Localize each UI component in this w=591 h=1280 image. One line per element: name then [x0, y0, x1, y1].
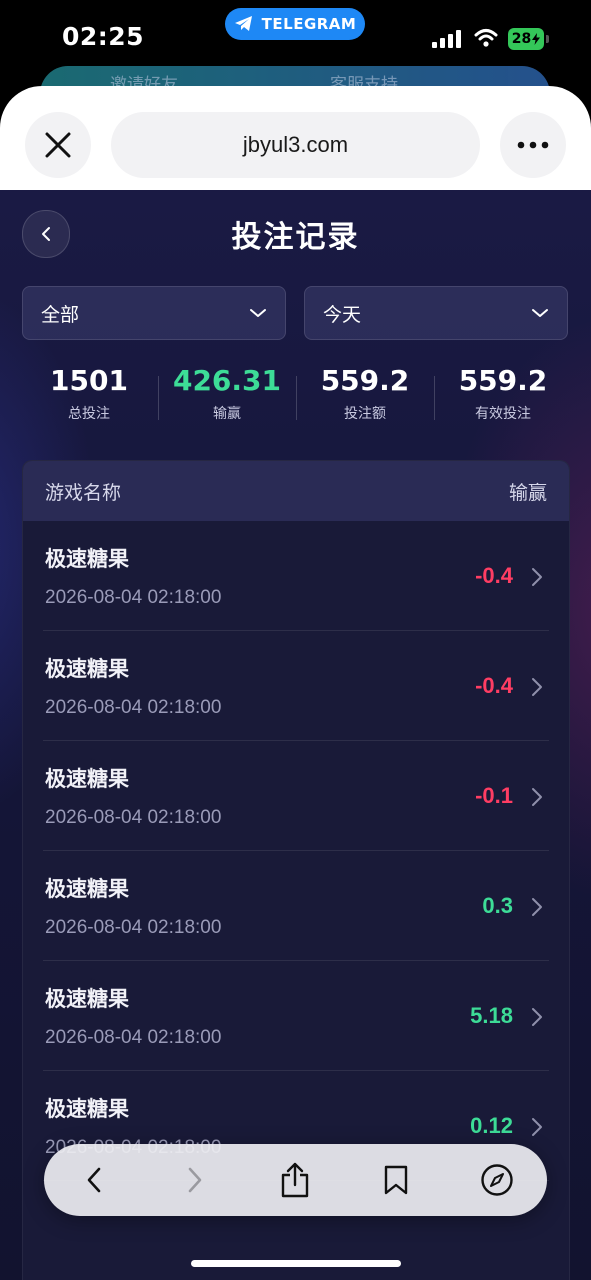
close-button[interactable]	[25, 112, 91, 178]
game-name: 极速糖果	[45, 657, 129, 681]
more-button[interactable]	[500, 112, 566, 178]
telegram-pill[interactable]: TELEGRAM	[225, 8, 365, 40]
column-header-game: 游戏名称	[45, 481, 122, 504]
app-content: 投注记录 全部 今天 1501 总投注 426.31 输赢 559.2 投注额 …	[0, 190, 591, 1280]
summary-stats: 1501 总投注 426.31 输赢 559.2 投注额 559.2 有效投注	[20, 362, 572, 434]
date-filter-value: 今天	[323, 303, 362, 326]
telegram-icon	[234, 16, 252, 31]
stat-win-loss: 426.31 输赢	[158, 362, 296, 434]
stat-label: 输赢	[213, 406, 241, 422]
share-button[interactable]	[270, 1155, 320, 1205]
stat-value: 559.2	[458, 364, 548, 397]
tabs-compass-button[interactable]	[472, 1155, 522, 1205]
forward-arrow-icon	[188, 1167, 202, 1193]
wifi-icon	[474, 29, 498, 47]
battery-level: 28	[511, 31, 532, 47]
page-title: 投注记录	[231, 220, 360, 255]
type-filter-value: 全部	[41, 303, 80, 326]
bet-time: 2026-08-04 02:18:00	[45, 697, 222, 718]
bookmarks-button[interactable]	[371, 1155, 421, 1205]
stat-label: 投注额	[344, 406, 386, 422]
stat-value: 1501	[50, 364, 128, 397]
nav-forward-button[interactable]	[170, 1155, 220, 1205]
browser-toolbar	[44, 1144, 547, 1216]
bet-time: 2026-08-04 02:18:00	[45, 587, 222, 608]
chevron-right-icon	[532, 898, 542, 916]
stat-total-bets: 1501 总投注	[20, 362, 158, 434]
back-arrow-icon	[87, 1167, 101, 1193]
bookmarks-icon	[384, 1165, 408, 1195]
close-icon	[45, 132, 71, 158]
battery-tip	[546, 35, 549, 43]
stat-label: 总投注	[68, 406, 110, 422]
win-loss-value: -0.1	[475, 783, 513, 808]
stat-value: 559.2	[320, 364, 410, 397]
stat-valid-bets: 559.2 有效投注	[434, 362, 572, 434]
chevron-right-icon	[532, 568, 542, 586]
type-filter-dropdown[interactable]: 全部	[22, 286, 286, 340]
share-icon	[282, 1162, 309, 1198]
table-row[interactable]: 极速糖果 2026-08-04 02:18:00 -0.4	[43, 521, 549, 631]
game-name: 极速糖果	[45, 987, 129, 1011]
game-name: 极速糖果	[45, 767, 129, 791]
bet-time: 2026-08-04 02:18:00	[45, 1027, 222, 1048]
win-loss-value: -0.4	[475, 563, 513, 588]
stat-bet-amount: 559.2 投注额	[296, 362, 434, 434]
url-field[interactable]: jbyul3.com	[111, 112, 480, 178]
date-filter-dropdown[interactable]: 今天	[304, 286, 568, 340]
signal-icon	[432, 30, 461, 48]
column-header-result: 输赢	[508, 481, 547, 504]
win-loss-value: 0.12	[470, 1113, 513, 1138]
home-indicator	[191, 1260, 401, 1267]
chevron-right-icon	[532, 788, 542, 806]
table-row[interactable]: 极速糖果 2026-08-04 02:18:00 0.3	[43, 851, 549, 961]
more-icon	[517, 141, 549, 149]
chevron-down-icon	[532, 309, 548, 317]
chevron-down-icon	[250, 309, 266, 317]
telegram-label: TELEGRAM	[261, 15, 357, 33]
bet-time: 2026-08-04 02:18:00	[45, 807, 222, 828]
status-time: 02:25	[62, 22, 145, 51]
charging-icon	[532, 33, 541, 45]
game-name: 极速糖果	[45, 547, 129, 571]
chevron-right-icon	[532, 1118, 542, 1136]
win-loss-value: -0.4	[475, 673, 513, 698]
bet-time: 2026-08-04 02:18:00	[45, 917, 222, 938]
game-name: 极速糖果	[45, 877, 129, 901]
table-row[interactable]: 极速糖果 2026-08-04 02:18:00 -0.4	[43, 631, 549, 741]
table-header: 游戏名称 输赢	[23, 461, 569, 521]
win-loss-value: 0.3	[482, 893, 513, 918]
table-row[interactable]: 极速糖果 2026-08-04 02:18:00 -0.1	[43, 741, 549, 851]
chevron-right-icon	[532, 678, 542, 696]
chevron-right-icon	[532, 1008, 542, 1026]
stat-label: 有效投注	[475, 406, 531, 422]
stat-value: 426.31	[172, 364, 282, 397]
nav-back-button[interactable]	[69, 1155, 119, 1205]
battery-indicator: 28	[508, 28, 544, 50]
table-row[interactable]: 极速糖果 2026-08-04 02:18:00 5.18	[43, 961, 549, 1071]
compass-icon	[480, 1164, 513, 1196]
url-text: jbyul3.com	[242, 132, 349, 157]
game-name: 极速糖果	[45, 1097, 129, 1121]
table-body: 极速糖果 2026-08-04 02:18:00 -0.4 极速糖果 2026-08-0…	[23, 521, 569, 1181]
win-loss-value: 5.18	[470, 1003, 513, 1028]
